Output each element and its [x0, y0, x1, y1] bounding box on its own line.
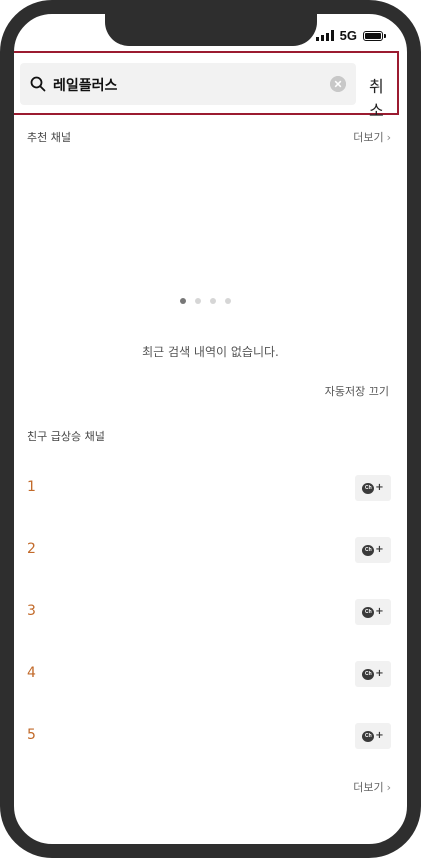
add-channel-button[interactable]: Ch + [355, 599, 391, 625]
search-bar-area: 레일플러스 취소 [14, 51, 399, 120]
recommended-title: 추천 채널 [27, 131, 71, 144]
add-channel-button[interactable]: Ch + [355, 723, 391, 749]
plus-icon: + [375, 668, 384, 679]
recent-empty-message: 최근 검색 내역이 없습니다. [142, 345, 279, 359]
carousel-dot[interactable] [195, 298, 201, 304]
phone-frame: 5G 레일플러스 취소 추천 채널 더보기 › 최근 검색 내역이 없습니다. … [0, 0, 421, 858]
clear-icon[interactable] [330, 76, 346, 92]
add-channel-button[interactable]: Ch + [355, 475, 391, 501]
chevron-right-icon: › [386, 130, 391, 144]
channel-chat-icon: Ch [362, 606, 375, 618]
search-input[interactable]: 레일플러스 [20, 63, 356, 105]
channel-chat-icon: Ch [362, 668, 375, 680]
carousel-dot[interactable] [210, 298, 216, 304]
trending-title: 친구 급상승 채널 [27, 430, 105, 443]
plus-icon: + [375, 730, 384, 741]
carousel-dot[interactable] [225, 298, 231, 304]
rank-number: 2 [27, 541, 36, 557]
recommended-header: 추천 채널 더보기 › [27, 129, 391, 145]
plus-icon: + [375, 606, 384, 617]
channel-chat-icon: Ch [362, 730, 375, 742]
rank-number: 5 [27, 727, 36, 743]
trending-more-link[interactable]: 더보기 › [353, 779, 391, 795]
search-query-text: 레일플러스 [53, 78, 118, 94]
plus-icon: + [375, 544, 384, 555]
network-label: 5G [339, 28, 357, 43]
add-channel-button[interactable]: Ch + [355, 537, 391, 563]
trending-row[interactable]: 4 Ch + [27, 661, 391, 689]
carousel-dot[interactable] [180, 298, 186, 304]
status-bar: 5G [315, 28, 386, 43]
add-channel-button[interactable]: Ch + [355, 661, 391, 687]
rank-number: 4 [27, 665, 36, 681]
trending-header: 친구 급상승 채널 [27, 428, 391, 444]
trending-row[interactable]: 5 Ch + [27, 723, 391, 751]
carousel-indicator [180, 298, 231, 304]
trending-row[interactable]: 3 Ch + [27, 599, 391, 627]
trending-more-label: 더보기 [353, 781, 384, 794]
channel-chat-icon: Ch [362, 482, 375, 494]
channel-chat-icon: Ch [362, 544, 375, 556]
autosave-toggle-button[interactable]: 자동저장 끄기 [325, 383, 389, 399]
phone-notch [105, 14, 317, 46]
recommended-more-label: 더보기 [353, 131, 384, 144]
plus-icon: + [375, 482, 384, 493]
battery-icon [363, 30, 386, 41]
trending-footer: 더보기 › [27, 779, 391, 795]
trending-row[interactable]: 2 Ch + [27, 537, 391, 565]
trending-row[interactable]: 1 Ch + [27, 475, 391, 503]
signal-icon [315, 30, 334, 41]
search-icon [30, 76, 46, 92]
rank-number: 1 [27, 479, 36, 495]
chevron-right-icon: › [386, 780, 391, 794]
recommended-more-link[interactable]: 더보기 › [353, 129, 391, 145]
cancel-button[interactable]: 취소 [369, 73, 397, 121]
rank-number: 3 [27, 603, 36, 619]
